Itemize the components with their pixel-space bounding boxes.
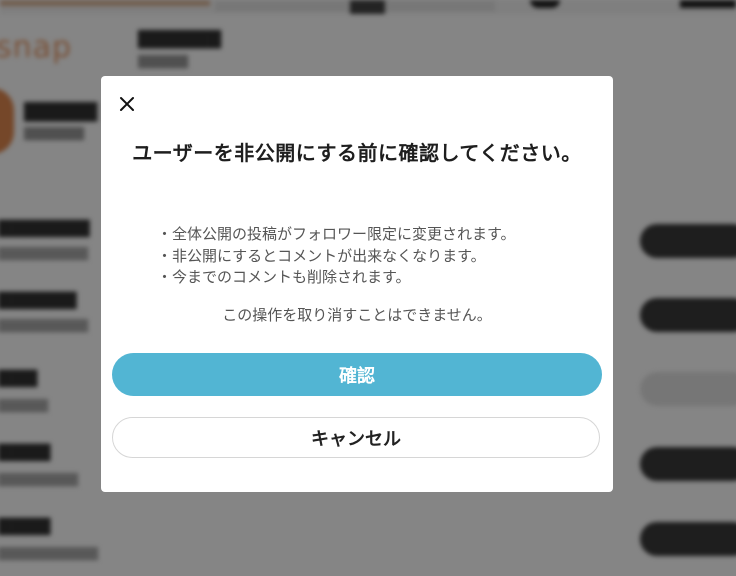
irreversible-note: この操作を取り消すことはできません。 (222, 306, 492, 324)
warning-list: ・全体公開の投稿がフォロワー限定に変更されます。 ・非公開にするとコメントが出来… (157, 224, 516, 289)
close-icon (120, 97, 134, 111)
confirm-private-dialog: ユーザーを非公開にする前に確認してください。 ・全体公開の投稿がフォロワー限定に… (101, 76, 613, 492)
cancel-button[interactable]: キャンセル (112, 417, 600, 458)
warning-item: ・非公開にするとコメントが出来なくなります。 (157, 246, 486, 265)
warning-item: ・今までのコメントも削除されます。 (157, 268, 411, 286)
confirm-button[interactable]: 確認 (112, 353, 602, 396)
warning-item: ・全体公開の投稿がフォロワー限定に変更されます。 (157, 225, 516, 243)
dialog-title: ユーザーを非公開にする前に確認してください。 (132, 141, 582, 165)
close-button[interactable] (115, 92, 139, 116)
